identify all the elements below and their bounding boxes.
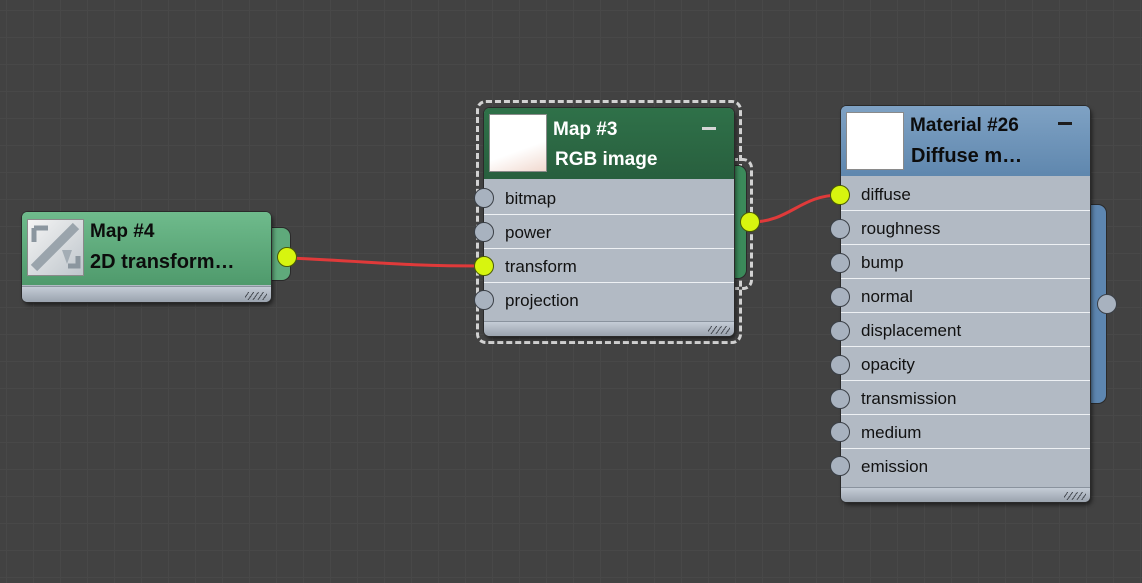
input-label: displacement [861,321,962,340]
map3-input-bitmap[interactable]: bitmap [484,181,734,215]
map3-output-port[interactable] [740,212,760,232]
input-label: transmission [861,389,957,408]
node-map3[interactable]: Map #3 RGB image bitmap power transform … [484,108,734,336]
material26-port-bump[interactable] [830,253,850,273]
input-label: power [505,223,552,242]
map4-output-port[interactable] [277,247,297,267]
map3-port-power[interactable] [474,222,494,242]
input-label: opacity [861,355,915,374]
material26-port-displacement[interactable] [830,321,850,341]
wire-map3-to-material-diffuse [750,193,841,224]
node-map4-title: Map #4 [90,221,155,242]
material26-port-emission[interactable] [830,456,850,476]
material26-input-roughness[interactable]: roughness [841,211,1090,245]
map3-port-projection[interactable] [474,290,494,310]
material26-input-medium[interactable]: medium [841,415,1090,449]
input-label: projection [505,291,579,310]
node-map4-footer [22,286,271,302]
node-map3-subtitle: RGB image [555,149,658,170]
material26-input-bump[interactable]: bump [841,245,1090,279]
node-map4-header[interactable]: Map #4 2D transform… [22,212,271,285]
wire-map4-to-map3-transform [288,256,484,268]
input-label: roughness [861,219,941,238]
material26-input-normal[interactable]: normal [841,279,1090,313]
material26-port-transmission[interactable] [830,389,850,409]
bitmap-thumbnail [489,114,547,172]
material26-port-opacity[interactable] [830,355,850,375]
node-map3-footer [484,321,734,336]
minimize-icon[interactable] [702,127,716,130]
resize-grip-icon[interactable] [1064,492,1086,500]
material26-input-emission[interactable]: emission [841,449,1090,483]
input-label: transform [505,257,577,276]
node-map4[interactable]: Map #4 2D transform… [22,212,271,302]
material26-port-diffuse[interactable] [830,185,850,205]
node-material26[interactable]: Material #26 Diffuse m… diffuse roughnes… [841,106,1090,502]
input-label: bitmap [505,189,557,208]
minimize-icon[interactable] [1058,122,1072,125]
map3-port-transform[interactable] [474,256,494,276]
input-label: bump [861,253,904,272]
material26-input-transmission[interactable]: transmission [841,381,1090,415]
transform-icon [27,219,84,276]
resize-grip-icon[interactable] [245,292,267,300]
material26-output-port[interactable] [1097,294,1117,314]
node-map4-subtitle: 2D transform… [90,251,235,273]
input-label: medium [861,423,922,442]
material26-port-normal[interactable] [830,287,850,307]
map3-input-projection[interactable]: projection [484,283,734,317]
input-label: emission [861,457,929,476]
input-label: diffuse [861,185,911,204]
resize-grip-icon[interactable] [708,326,730,334]
material-thumbnail [846,112,904,170]
map3-input-power[interactable]: power [484,215,734,249]
node-material26-subtitle: Diffuse m… [911,145,1023,167]
map3-input-transform[interactable]: transform [484,249,734,283]
node-map3-title: Map #3 [553,119,618,140]
node-map3-header[interactable]: Map #3 RGB image [484,108,734,179]
material26-port-roughness[interactable] [830,219,850,239]
material26-input-displacement[interactable]: displacement [841,313,1090,347]
node-material26-footer [841,487,1090,502]
map3-port-bitmap[interactable] [474,188,494,208]
node-material26-header[interactable]: Material #26 Diffuse m… [841,106,1090,176]
node-material26-title: Material #26 [910,115,1019,136]
input-label: normal [861,287,913,306]
material26-input-diffuse[interactable]: diffuse [841,177,1090,211]
material26-input-opacity[interactable]: opacity [841,347,1090,381]
material26-port-medium[interactable] [830,422,850,442]
